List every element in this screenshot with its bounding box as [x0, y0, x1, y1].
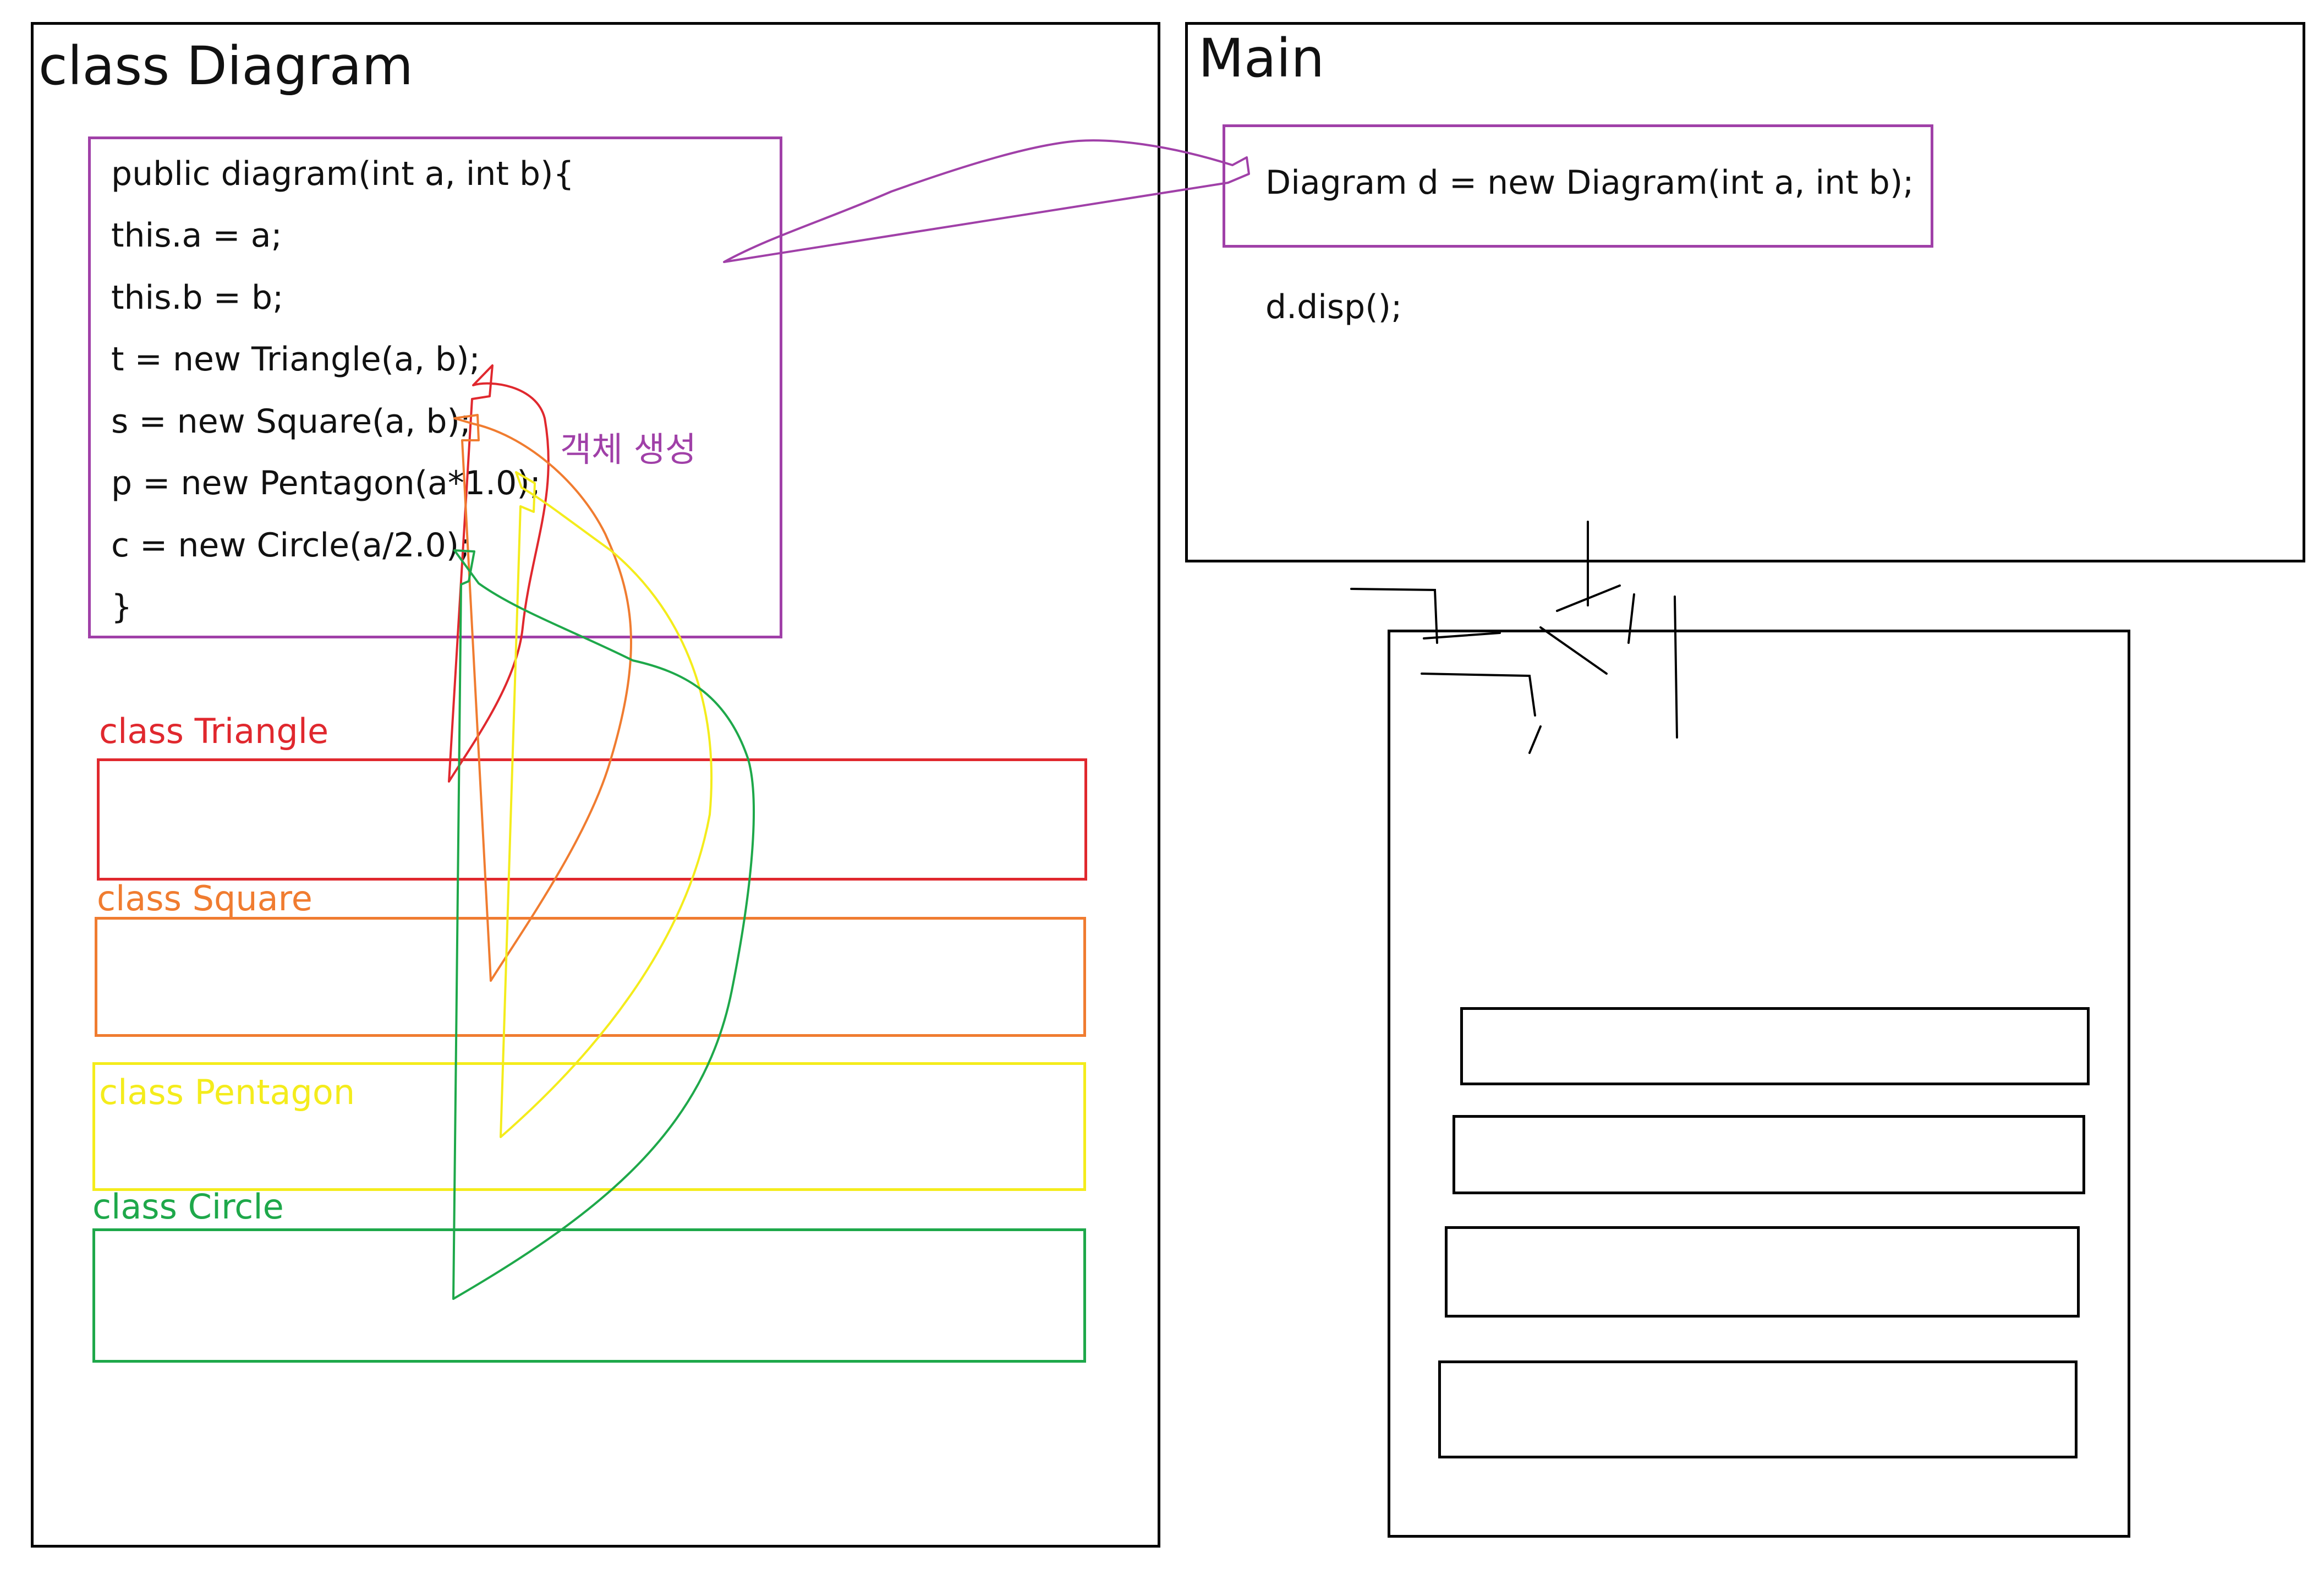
object-slot-1 — [1460, 1007, 2090, 1085]
disp-call: d.disp(); — [1265, 288, 1402, 326]
object-slot-2 — [1452, 1115, 2085, 1194]
object-slot-3 — [1445, 1226, 2080, 1318]
constructor-line-3: this.b = b; — [111, 278, 284, 317]
constructor-line-6: p = new Pentagon(a*1.0); — [111, 464, 541, 502]
class-diagram-title: class Diagram — [39, 35, 413, 97]
class-pentagon-box — [92, 1062, 1086, 1191]
class-square-box — [95, 917, 1086, 1037]
object-creation-annotation: 객체 생성 — [560, 429, 697, 469]
constructor-line-7: c = new Circle(a/2.0); — [111, 526, 470, 565]
constructor-line-1: public diagram(int a, int b){ — [111, 155, 574, 193]
class-circle-label: class Circle — [92, 1187, 284, 1227]
constructor-line-5: s = new Square(a, b); — [111, 402, 472, 441]
class-triangle-box — [97, 758, 1087, 881]
constructor-line-2: this.a = a; — [111, 216, 282, 255]
constructor-line-4: t = new Triangle(a, b); — [111, 340, 480, 379]
main-title: Main — [1198, 28, 1325, 89]
class-circle-box — [92, 1228, 1086, 1363]
class-triangle-label: class Triangle — [99, 711, 329, 751]
main-statement: Diagram d = new Diagram(int a, int b); — [1265, 163, 1914, 202]
class-square-label: class Square — [97, 878, 313, 919]
constructor-line-8: } — [111, 588, 133, 626]
object-slot-4 — [1438, 1360, 2078, 1458]
